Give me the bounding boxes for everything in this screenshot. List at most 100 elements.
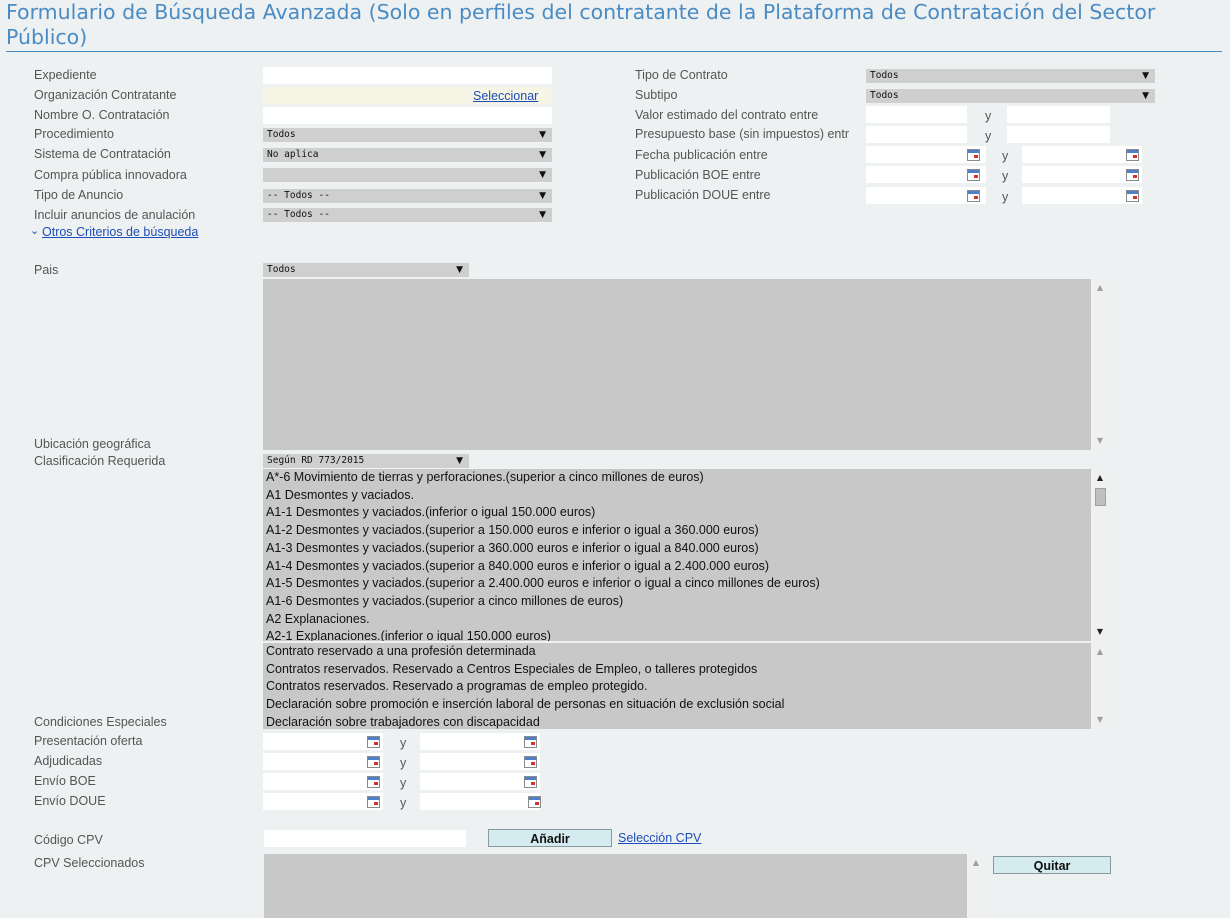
ubicacion-scrollbar[interactable]: ▲ ▼ [1092, 279, 1108, 450]
valor-hasta-input[interactable] [1007, 106, 1110, 123]
envio-doue-hasta-input[interactable] [420, 793, 540, 810]
sistema-select-value: No aplica [267, 149, 319, 160]
condicion-option[interactable]: Declaración sobre promoción e inserción … [263, 696, 1091, 714]
calendar-icon[interactable] [367, 776, 380, 788]
calendar-icon[interactable] [367, 756, 380, 768]
presupuesto-desde-input[interactable] [866, 126, 967, 143]
calendar-icon[interactable] [367, 796, 380, 808]
subtipo-label: Subtipo [635, 88, 678, 102]
y-connector: y [1002, 169, 1009, 183]
expediente-input[interactable] [263, 67, 552, 84]
subtipo-select[interactable]: Todos ▼ [866, 89, 1155, 103]
condiciones-label: Condiciones Especiales [34, 715, 167, 729]
seleccion-cpv-link[interactable]: Selección CPV [618, 830, 701, 846]
publicacion-boe-hasta-input[interactable] [1022, 166, 1142, 183]
clasificacion-option[interactable]: A1-3 Desmontes y vaciados.(superior a 36… [263, 540, 1091, 558]
clasificacion-option[interactable]: A2 Explanaciones. [263, 611, 1091, 629]
presentacion-desde-input[interactable] [263, 733, 383, 750]
y-connector: y [400, 736, 407, 750]
clasificacion-option[interactable]: A2-1 Explanaciones.(inferior o igual 150… [263, 628, 1091, 641]
procedimiento-select-value: Todos [267, 129, 296, 140]
clasificacion-select[interactable]: Según RD 773/2015 ▼ [263, 454, 469, 468]
envio-boe-hasta-input[interactable] [420, 773, 540, 790]
calendar-icon[interactable] [367, 736, 380, 748]
calendar-icon[interactable] [524, 776, 537, 788]
nombre-contratacion-input[interactable] [263, 107, 552, 124]
calendar-icon[interactable] [1126, 190, 1139, 202]
clasificacion-option[interactable]: A*-6 Movimiento de tierras y perforacion… [263, 469, 1091, 487]
otros-criterios-link[interactable]: Otros Criterios de búsqueda [42, 224, 198, 240]
ubicacion-listbox[interactable] [263, 279, 1091, 450]
page-title: Formulario de Búsqueda Avanzada (Solo en… [6, 0, 1156, 49]
adjudicadas-desde-input[interactable] [263, 753, 383, 770]
y-connector: y [400, 796, 407, 810]
presentacion-hasta-input[interactable] [420, 733, 540, 750]
calendar-icon[interactable] [524, 756, 537, 768]
calendar-icon[interactable] [528, 796, 541, 808]
calendar-icon[interactable] [524, 736, 537, 748]
condicion-option[interactable]: Declaración sobre trabajadores con disca… [263, 714, 1091, 729]
condicion-option[interactable]: Contratos reservados. Reservado a progra… [263, 678, 1091, 696]
valor-desde-input[interactable] [866, 106, 967, 123]
clasificacion-option[interactable]: A1-6 Desmontes y vaciados.(superior a ci… [263, 593, 1091, 611]
pais-select[interactable]: Todos ▼ [263, 263, 469, 277]
tipo-anuncio-label: Tipo de Anuncio [34, 188, 124, 202]
condicion-option[interactable]: Contrato reservado a una profesión deter… [263, 643, 1091, 661]
quitar-button[interactable]: Quitar [993, 856, 1111, 874]
presupuesto-hasta-input[interactable] [1007, 126, 1110, 143]
publicacion-doue-hasta-input[interactable] [1022, 187, 1142, 204]
tipo-anuncio-select[interactable]: -- Todos -- ▼ [263, 189, 552, 203]
scroll-up-icon[interactable]: ▲ [1092, 645, 1108, 659]
scroll-up-icon[interactable]: ▲ [1092, 281, 1108, 295]
scrollbar-thumb[interactable] [1095, 488, 1106, 506]
ubicacion-label: Ubicación geográfica [34, 437, 151, 451]
compra-select[interactable]: ▼ [263, 168, 552, 182]
presentacion-label: Presentación oferta [34, 734, 143, 748]
calendar-icon[interactable] [1126, 149, 1139, 161]
condiciones-scrollbar[interactable]: ▲ ▼ [1092, 643, 1108, 729]
calendar-icon[interactable] [1126, 169, 1139, 181]
valor-estimado-label: Valor estimado del contrato entre [635, 108, 819, 122]
calendar-icon[interactable] [967, 149, 980, 161]
cpv-seleccionados-scrollbar[interactable]: ▲ [968, 854, 984, 918]
adjudicadas-hasta-input[interactable] [420, 753, 540, 770]
calendar-icon[interactable] [967, 190, 980, 202]
scroll-down-icon[interactable]: ▼ [1092, 713, 1108, 727]
adjudicadas-label: Adjudicadas [34, 754, 103, 768]
y-connector: y [985, 129, 992, 143]
chevron-down-icon: ▼ [456, 456, 463, 466]
chevron-down-icon: ▼ [1142, 71, 1149, 81]
cpv-input[interactable] [264, 830, 466, 847]
incluir-select[interactable]: -- Todos -- ▼ [263, 208, 552, 222]
scroll-up-icon[interactable]: ▲ [968, 856, 984, 870]
tipo-contrato-select[interactable]: Todos ▼ [866, 69, 1155, 83]
procedimiento-select[interactable]: Todos ▼ [263, 128, 552, 142]
clasificacion-select-value: Según RD 773/2015 [267, 455, 365, 466]
envio-doue-label: Envío DOUE [34, 794, 106, 808]
condicion-option[interactable]: Contratos reservados. Reservado a Centro… [263, 661, 1091, 679]
clasificacion-option[interactable]: A1-4 Desmontes y vaciados.(superior a 84… [263, 558, 1091, 576]
sistema-select[interactable]: No aplica ▼ [263, 148, 552, 162]
envio-doue-desde-input[interactable] [263, 793, 383, 810]
condiciones-listbox[interactable]: Contrato reservado a una profesión deter… [263, 643, 1091, 729]
y-connector: y [400, 756, 407, 770]
clasificacion-option[interactable]: A1-1 Desmontes y vaciados.(inferior o ig… [263, 504, 1091, 522]
envio-boe-label: Envío BOE [34, 774, 96, 788]
clasificacion-listbox[interactable]: A*-6 Movimiento de tierras y perforacion… [263, 469, 1091, 641]
clasificacion-scrollbar[interactable]: ▲ ▼ [1092, 469, 1108, 641]
clasificacion-option[interactable]: A1-2 Desmontes y vaciados.(superior a 15… [263, 522, 1091, 540]
clasificacion-option[interactable]: A1-5 Desmontes y vaciados.(superior a 2.… [263, 575, 1091, 593]
cpv-seleccionados-listbox[interactable] [264, 854, 967, 918]
scroll-down-icon[interactable]: ▼ [1092, 625, 1108, 639]
scroll-down-icon[interactable]: ▼ [1092, 434, 1108, 448]
envio-boe-desde-input[interactable] [263, 773, 383, 790]
pais-select-value: Todos [267, 264, 296, 275]
clasificacion-option[interactable]: A1 Desmontes y vaciados. [263, 487, 1091, 505]
fecha-publicacion-hasta-input[interactable] [1022, 146, 1142, 163]
calendar-icon[interactable] [967, 169, 980, 181]
scroll-up-icon[interactable]: ▲ [1092, 471, 1108, 485]
seleccionar-organizacion-link[interactable]: Seleccionar [473, 88, 538, 104]
presupuesto-label: Presupuesto base (sin impuestos) entr [635, 127, 849, 141]
publicacion-doue-label: Publicación DOUE entre [635, 188, 771, 202]
anadir-button[interactable]: Añadir [488, 829, 612, 847]
